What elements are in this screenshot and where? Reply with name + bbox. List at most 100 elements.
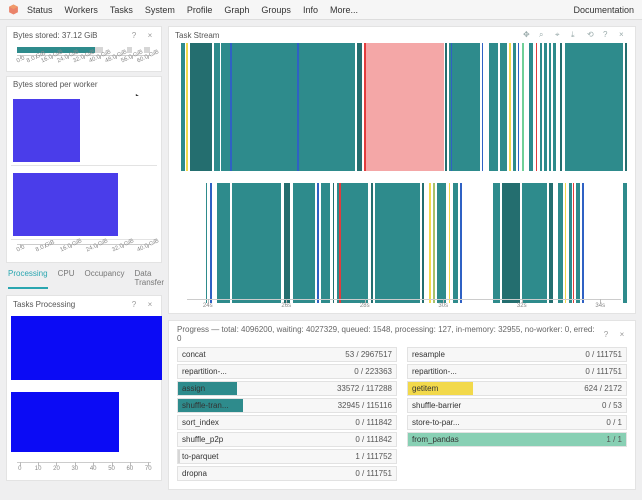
stream-segment <box>522 43 524 171</box>
tab-processing[interactable]: Processing <box>8 269 48 289</box>
help-icon[interactable]: ? <box>129 30 139 40</box>
progress-row-value: 53 / 2967517 <box>345 350 396 359</box>
documentation-link[interactable]: Documentation <box>573 5 634 15</box>
stream-segment <box>509 43 511 171</box>
progress-row: repartition-...0 / 111751 <box>407 364 627 379</box>
axis-tick: 50 <box>108 466 115 472</box>
progress-row-name: resample <box>408 350 445 359</box>
nav-item-status[interactable]: Status <box>27 5 53 15</box>
progress-row-name: assign <box>178 384 205 393</box>
stream-segment <box>437 183 446 303</box>
progress-row-name: repartition-... <box>178 367 227 376</box>
progress-row-name: dropna <box>178 469 207 478</box>
task-stream-lane <box>181 43 627 171</box>
top-nav: Status Workers Tasks System Profile Graph Grou… <box>0 0 642 20</box>
stream-segment <box>565 43 623 171</box>
progress-row-name: repartition-... <box>408 367 457 376</box>
processing-bar <box>11 392 119 452</box>
axis-tick: 0.0 <box>16 55 26 64</box>
nav-item-workers[interactable]: Workers <box>65 5 98 15</box>
bytes-per-worker-title: Bytes stored per worker <box>13 80 97 89</box>
progress-row-value: 0 / 111751 <box>355 469 396 478</box>
progress-row-name: from_pandas <box>408 435 459 444</box>
progress-row-name: shuffle-barrier <box>408 401 461 410</box>
close-icon[interactable]: × <box>617 329 627 339</box>
progress-row-name: store-to-par... <box>408 418 460 427</box>
close-icon[interactable]: × <box>145 299 155 309</box>
stream-segment <box>576 183 580 303</box>
help-icon[interactable]: ? <box>603 30 613 40</box>
axis-tick: 0 <box>18 466 21 472</box>
nav-item-tasks[interactable]: Tasks <box>110 5 133 15</box>
progress-row-name: shuffle-tran... <box>178 401 229 410</box>
tab-data-transfer[interactable]: Data Transfer <box>135 269 164 289</box>
stream-segment <box>493 183 500 303</box>
progress-row: shuffle-tran...32945 / 115116 <box>177 398 397 413</box>
nav-item-profile[interactable]: Profile <box>187 5 213 15</box>
stream-segment <box>544 43 546 171</box>
stream-segment <box>513 43 516 171</box>
stream-segment <box>502 183 520 303</box>
zoom-icon[interactable]: ⌕ <box>539 30 549 40</box>
stream-segment <box>284 183 291 303</box>
progress-row: from_pandas1 / 1 <box>407 432 627 447</box>
progress-row-value: 624 / 2172 <box>584 384 626 393</box>
axis-tick: 30 <box>71 466 78 472</box>
stream-segment <box>558 183 563 303</box>
stream-segment <box>582 183 584 303</box>
stream-segment <box>214 43 219 171</box>
tab-cpu[interactable]: CPU <box>58 269 75 289</box>
task-stream-lane <box>181 183 627 303</box>
close-icon[interactable]: × <box>619 30 629 40</box>
stream-segment <box>569 183 572 303</box>
nav-item-info[interactable]: Info <box>303 5 318 15</box>
progress-row-value: 0 / 223363 <box>354 367 396 376</box>
stream-segment <box>445 43 447 171</box>
progress-row: assign 33572 / 117288 <box>177 381 397 396</box>
reset-icon[interactable]: ⟲ <box>587 30 597 40</box>
stream-segment <box>573 183 575 303</box>
close-icon[interactable]: × <box>145 30 155 40</box>
stream-segment <box>206 183 208 303</box>
nav-item-graph[interactable]: Graph <box>224 5 249 15</box>
stream-segment <box>186 43 188 171</box>
stream-segment <box>232 183 281 303</box>
stream-segment <box>522 183 547 303</box>
stream-segment <box>293 183 315 303</box>
progress-row: repartition-... 0 / 223363 <box>177 364 397 379</box>
axis-tick: 40.0 GiB <box>137 238 161 253</box>
worker-bar <box>11 96 157 166</box>
brand-logo-icon <box>8 4 19 15</box>
help-icon[interactable]: ? <box>601 329 611 339</box>
stream-segment <box>549 183 553 303</box>
progress-row-value: 0 / 111751 <box>585 350 626 359</box>
nav-links: Status Workers Tasks System Profile Graph Grou… <box>27 5 358 15</box>
stream-segment <box>500 43 507 171</box>
stream-segment <box>553 43 555 171</box>
axis-tick: 26s <box>281 303 291 309</box>
progress-row-value: 0 / 53 <box>602 401 626 410</box>
help-icon[interactable]: ? <box>129 299 139 309</box>
progress-row: sort_index0 / 111842 <box>177 415 397 430</box>
nav-item-groups[interactable]: Groups <box>261 5 291 15</box>
tasks-processing-panel: Tasks Processing ? × 010203040506070 <box>6 295 162 481</box>
tab-occupancy[interactable]: Occupancy <box>84 269 124 289</box>
stream-segment <box>518 43 519 171</box>
stream-segment <box>357 43 361 171</box>
stream-segment <box>337 183 368 303</box>
stream-segment <box>429 183 431 303</box>
stream-segment <box>190 43 212 171</box>
axis-tick: 0.0 <box>16 244 26 253</box>
progress-row-value: 33572 / 117288 <box>337 384 396 393</box>
progress-row: resample 0 / 111751 <box>407 347 627 362</box>
stream-segment <box>364 43 444 171</box>
nav-item-more[interactable]: More... <box>330 5 358 15</box>
stream-segment <box>449 43 480 171</box>
stream-segment <box>333 183 335 303</box>
save-icon[interactable]: ⤓ <box>571 30 581 40</box>
nav-item-system[interactable]: System <box>145 5 175 15</box>
progress-row: shuffle_p2p0 / 111842 <box>177 432 397 447</box>
pan-icon[interactable]: ✥ <box>523 30 533 40</box>
wheel-icon[interactable]: ⌖ <box>555 30 565 40</box>
stream-segment <box>210 183 212 303</box>
